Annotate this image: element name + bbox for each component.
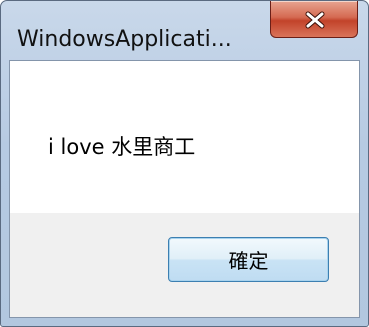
- dialog-content: i love 水里商工 確定: [9, 60, 360, 318]
- title-bar[interactable]: WindowsApplicati...: [1, 1, 368, 52]
- message-box-window: WindowsApplicati... i love 水里商工 確定: [0, 0, 369, 327]
- ok-button[interactable]: 確定: [168, 237, 329, 282]
- close-button[interactable]: [270, 1, 358, 38]
- close-icon: [271, 1, 359, 38]
- message-text: i love 水里商工: [48, 135, 196, 159]
- message-area: i love 水里商工: [10, 61, 359, 213]
- window-title: WindowsApplicati...: [17, 27, 232, 52]
